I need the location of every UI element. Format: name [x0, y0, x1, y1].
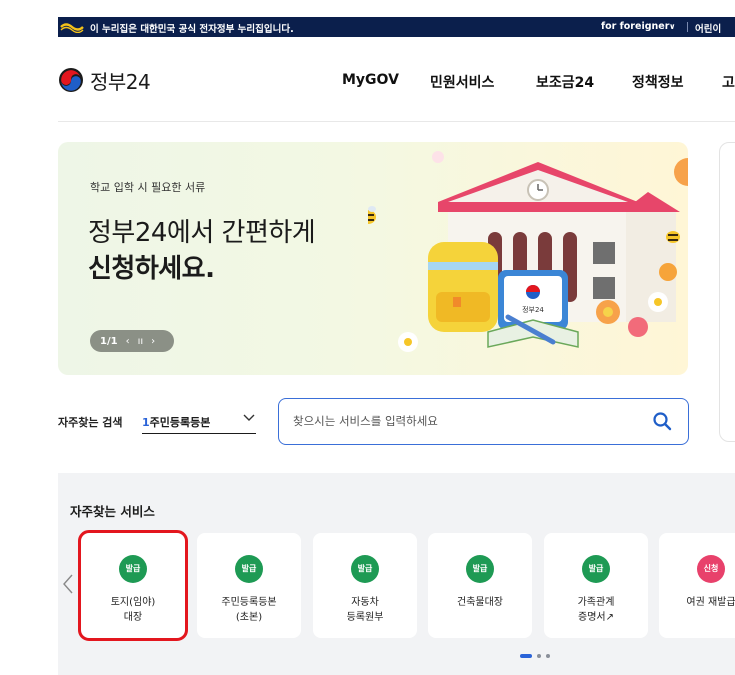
service-name-line1: 토지(임야)	[110, 597, 156, 608]
art-badge-text: 정부24	[522, 305, 544, 314]
hero-subtitle: 학교 입학 시 필요한 서류	[90, 181, 206, 194]
chevron-down-icon[interactable]	[242, 411, 256, 425]
hero-prev-button[interactable]: ‹	[126, 336, 130, 347]
page: 이 누리집은 대한민국 공식 전자정부 누리집입니다. for foreigne…	[0, 0, 735, 675]
logo-text: 정부24	[90, 69, 151, 94]
frequent-search-dropdown[interactable]: 1주민등록등본	[142, 406, 256, 434]
frequent-search-term: 주민등록등본	[149, 416, 211, 429]
service-name-line2: 증명서↗	[578, 612, 614, 623]
issue-badge: 발급	[119, 555, 147, 583]
issue-badge: 발급	[466, 555, 494, 583]
service-card-vehicle-register[interactable]: 발급 자동차 등록원부	[313, 533, 417, 638]
taegeuk-logo-icon	[59, 68, 83, 92]
service-card-family-certificate[interactable]: 발급 가족관계 증명서↗	[544, 533, 648, 638]
search-input[interactable]	[293, 411, 633, 431]
nav-item-subsidy24[interactable]: 보조금24	[536, 72, 594, 92]
hero-next-button[interactable]: ›	[151, 336, 155, 347]
service-name: 건축물대장	[428, 595, 532, 610]
apply-badge: 신청	[697, 555, 725, 583]
service-name-line1: 가족관계	[577, 597, 615, 608]
service-name: 토지(임야) 대장	[81, 595, 185, 625]
gov-flag-icon	[60, 23, 84, 33]
hero-banner[interactable]: 학교 입학 시 필요한 서류 정부24에서 간편하게 신청하세요. 1/1 ‹ …	[58, 142, 688, 375]
issue-badge: 발급	[582, 555, 610, 583]
service-name: 여권 재발급	[659, 595, 735, 610]
pagination-dot[interactable]	[546, 654, 550, 658]
side-panel-card	[719, 142, 735, 442]
frequent-services-section: 자주찾는 서비스 발급 토지(임야) 대장 발급 주민등록등본 (초본) 발급 …	[58, 473, 735, 675]
service-card-building-register[interactable]: 발급 건축물대장	[428, 533, 532, 638]
chevron-left-icon[interactable]	[62, 573, 74, 595]
service-name-line2: (초본)	[235, 612, 263, 623]
bee-icon	[666, 231, 680, 243]
frequent-search-value: 1주민등록등본	[142, 414, 210, 430]
for-foreigner-link[interactable]: for foreigner	[601, 21, 669, 32]
header-divider	[58, 121, 735, 122]
divider	[687, 22, 688, 32]
pagination-dot[interactable]	[537, 654, 541, 658]
gov-notice-text: 이 누리집은 대한민국 공식 전자정부 누리집입니다.	[90, 24, 294, 35]
service-card-passport-reissue[interactable]: 신청 여권 재발급	[659, 533, 735, 638]
frequent-search-label: 자주찾는 검색	[58, 416, 123, 429]
service-name: 가족관계 증명서↗	[544, 595, 648, 625]
kids-site-link[interactable]: 어린이	[695, 21, 721, 35]
service-card-land-register[interactable]: 발급 토지(임야) 대장	[78, 530, 188, 641]
hero-pager: 1/1 ‹ ıı ›	[90, 330, 174, 352]
hero-pager-count: 1/1	[100, 335, 118, 347]
issue-badge: 발급	[235, 555, 263, 583]
nav-item-policy-info[interactable]: 정책정보	[632, 72, 684, 92]
hero-pause-button[interactable]: ıı	[138, 336, 144, 347]
service-name: 주민등록등본 (초본)	[197, 595, 301, 625]
service-name-line1: 자동차	[351, 597, 379, 608]
service-card-resident-register[interactable]: 발급 주민등록등본 (초본)	[197, 533, 301, 638]
service-name-line1: 여권 재발급	[686, 597, 735, 608]
service-name-line2: 등록원부	[346, 612, 384, 623]
school-illustration: 정부24	[368, 151, 688, 352]
site-logo[interactable]: 정부24	[58, 67, 151, 94]
chevron-down-icon[interactable]: ∨	[669, 22, 676, 31]
issue-badge: 발급	[351, 555, 379, 583]
service-name: 자동차 등록원부	[313, 595, 417, 625]
nav-item-mygov[interactable]: MyGOV	[342, 72, 399, 88]
gov-banner: 이 누리집은 대한민국 공식 전자정부 누리집입니다. for foreigne…	[58, 17, 735, 37]
nav-item-civil-service[interactable]: 민원서비스	[430, 72, 494, 92]
carousel-pagination	[520, 653, 550, 659]
nav-item-truncated[interactable]: 고	[722, 72, 735, 92]
hero-title-line2: 신청하세요.	[88, 254, 215, 284]
frequent-services-title: 자주찾는 서비스	[70, 504, 155, 519]
pagination-dot-active[interactable]	[520, 654, 532, 658]
bee-icon	[368, 206, 376, 224]
service-name-line1: 주민등록등본	[221, 597, 277, 608]
frequent-search-rank: 1	[142, 416, 150, 429]
search-icon[interactable]	[652, 411, 672, 431]
search-box[interactable]	[278, 398, 689, 445]
hero-title-line1: 정부24에서 간편하게	[88, 218, 316, 248]
service-name-line2: 대장	[123, 612, 143, 623]
service-name-line1: 건축물대장	[457, 597, 503, 608]
